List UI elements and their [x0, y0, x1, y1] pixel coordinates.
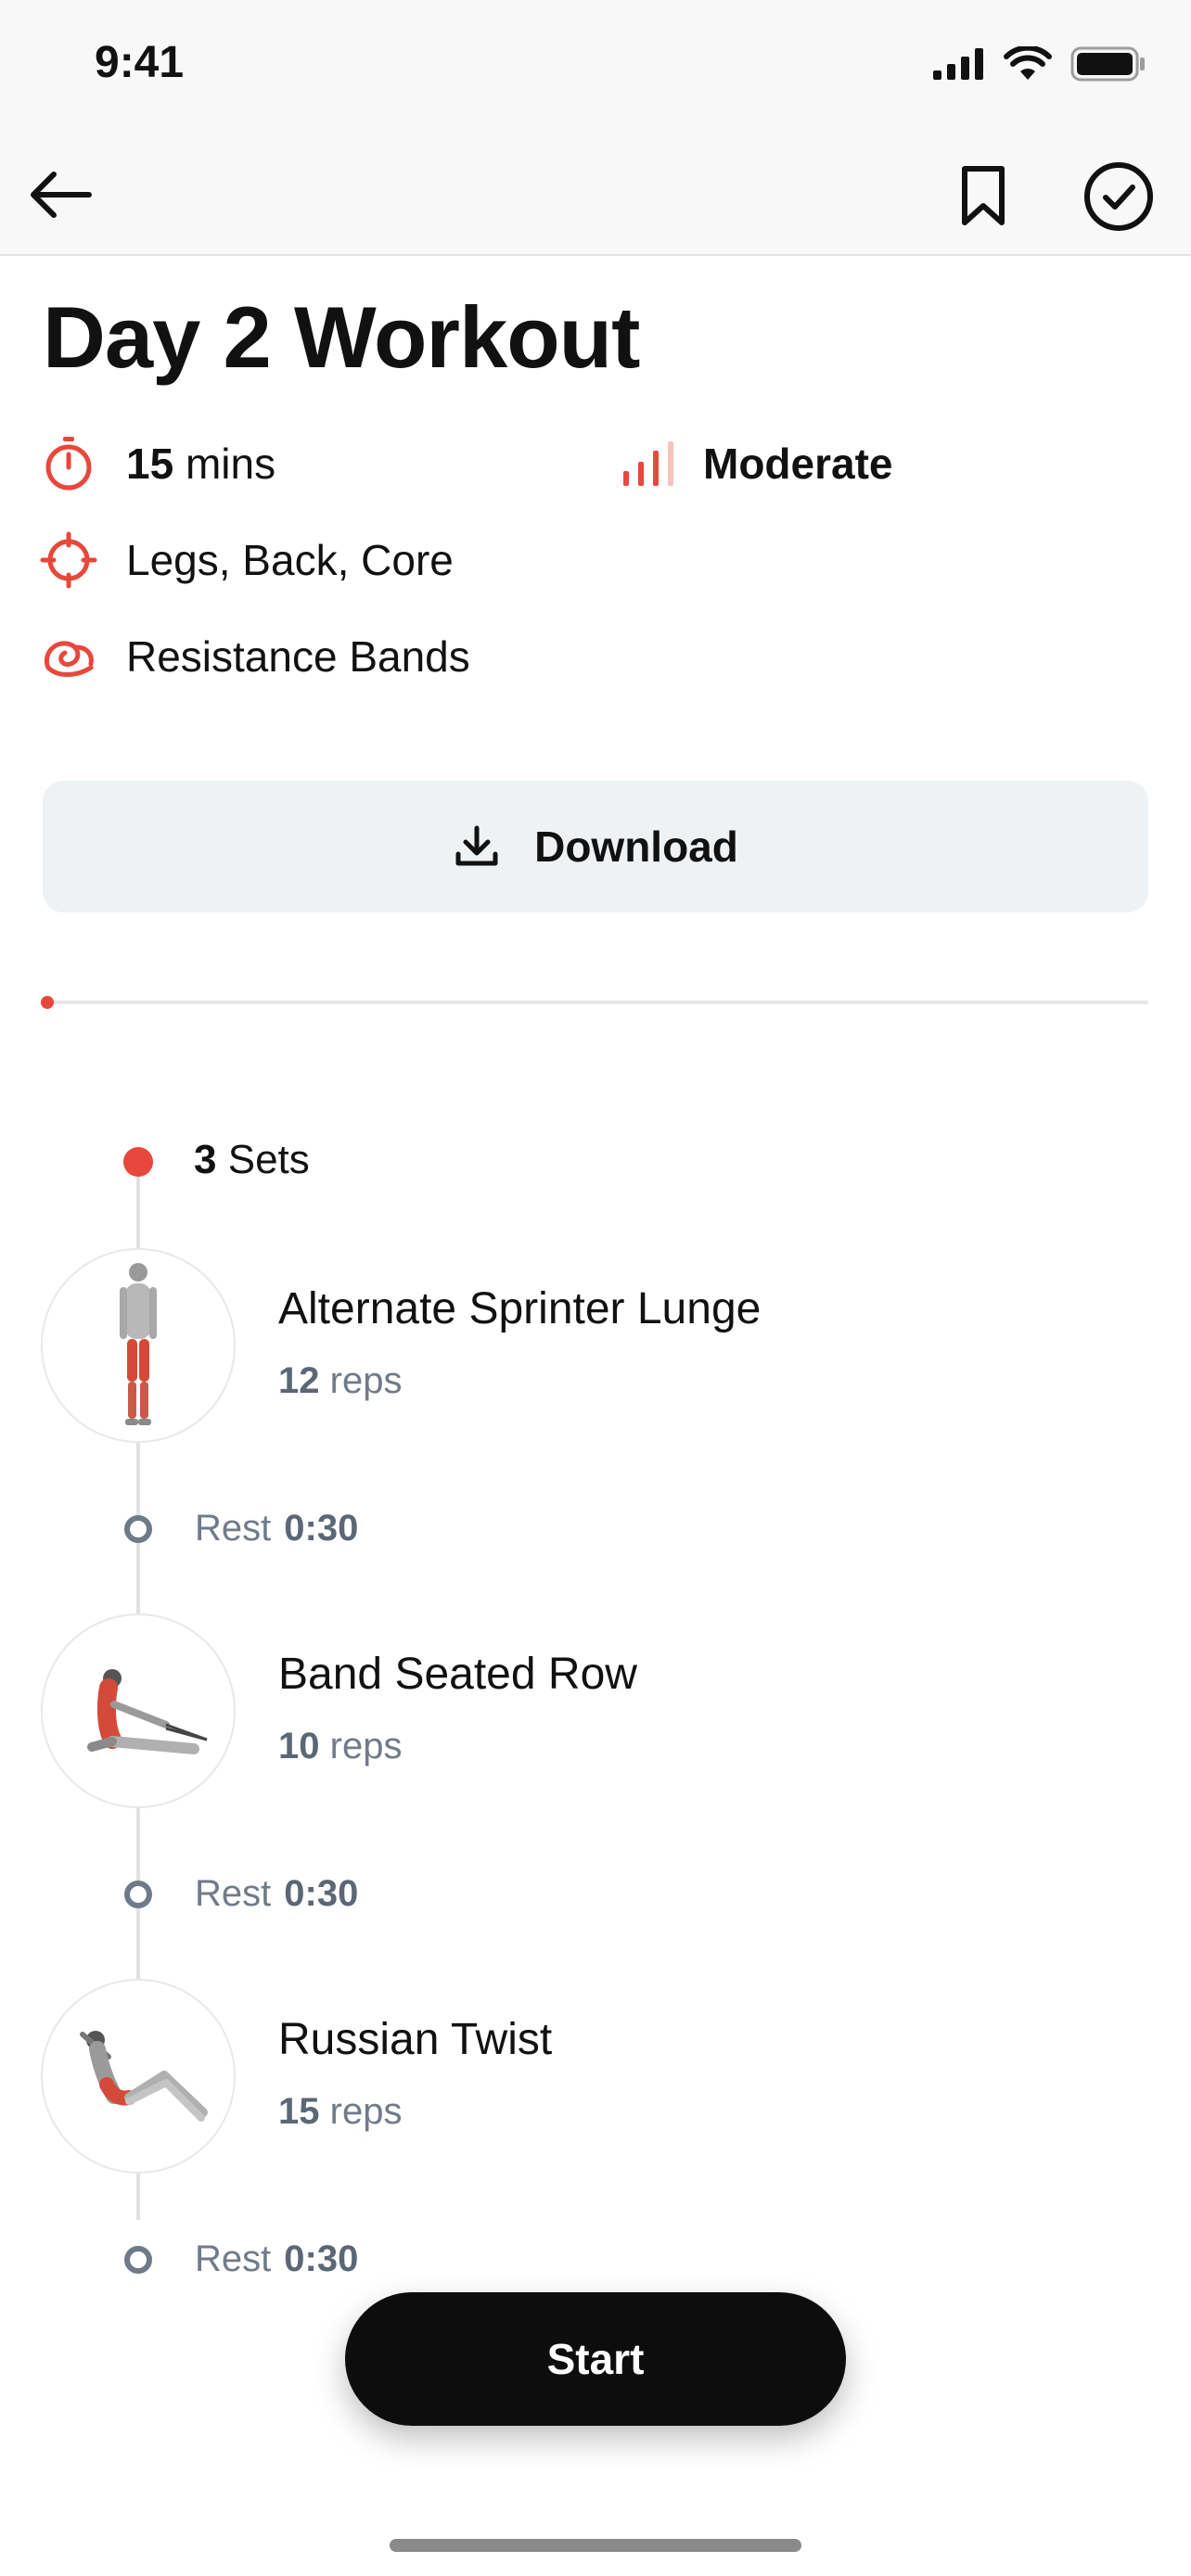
- exercise-name[interactable]: Alternate Sprinter Lunge: [278, 1283, 761, 1334]
- rest-label: Rest: [195, 1508, 272, 1549]
- download-icon: [455, 825, 498, 866]
- standing-figure-illustration: [120, 1263, 157, 1425]
- duration-row: 15 mins: [39, 434, 275, 493]
- sets-text: Sets: [227, 1137, 310, 1182]
- exercise-thumbnail[interactable]: [41, 1248, 236, 1443]
- exercise-name[interactable]: Band Seated Row: [278, 1649, 637, 1700]
- muscles-row: Legs, Back, Core: [39, 530, 454, 590]
- difficulty-row: Moderate: [616, 434, 892, 493]
- exercise-reps: 10 reps: [278, 1726, 402, 1767]
- rest-item: Rest 0:30: [195, 1508, 358, 1549]
- duration-unit: mins: [185, 440, 276, 488]
- reps-unit: reps: [329, 1360, 403, 1401]
- reps-value: 12: [278, 1360, 320, 1401]
- battery-icon: [1070, 46, 1145, 82]
- duration-value: 15: [126, 440, 174, 488]
- exercise-reps: 15 reps: [278, 2091, 402, 2133]
- target-icon: [40, 531, 97, 589]
- reps-unit: reps: [329, 2091, 403, 2132]
- progress-bar: [48, 1001, 1148, 1004]
- start-label: Start: [546, 2335, 645, 2383]
- reps-unit: reps: [329, 1726, 403, 1766]
- exercise-thumbnail[interactable]: [41, 1979, 236, 2174]
- rest-label: Rest: [195, 1873, 272, 1914]
- difficulty-label: Moderate: [703, 440, 893, 488]
- rest-time: 0:30: [284, 1508, 359, 1549]
- status-time: 9:41: [95, 38, 185, 87]
- equipment-text: Resistance Bands: [126, 632, 470, 681]
- cellular-signal-icon: [933, 48, 983, 80]
- difficulty-bars-icon: [623, 441, 673, 486]
- sets-count: 3: [194, 1137, 217, 1182]
- rest-dot: [124, 1881, 152, 1908]
- muscles-text: Legs, Back, Core: [126, 536, 454, 584]
- duration-text: 15 mins: [126, 439, 275, 489]
- bookmark-icon[interactable]: [946, 158, 1020, 232]
- resistance-band-icon: [45, 641, 94, 677]
- reps-value: 15: [278, 2091, 320, 2132]
- exercise-reps: 12 reps: [278, 1360, 402, 1402]
- rest-dot: [124, 1515, 152, 1543]
- page-title: Day 2 Workout: [43, 288, 640, 386]
- exercise-name[interactable]: Russian Twist: [278, 2014, 552, 2065]
- sets-label: 3 Sets: [194, 1137, 310, 1183]
- progress-indicator: [41, 996, 54, 1009]
- rest-label: Rest: [195, 2238, 272, 2279]
- russian-twist-illustration: [80, 2031, 208, 2122]
- rest-dot: [124, 2246, 152, 2274]
- rest-item: Rest 0:30: [195, 2238, 358, 2280]
- wifi-icon: [1004, 46, 1052, 80]
- rest-time: 0:30: [284, 2238, 359, 2279]
- download-label: Download: [534, 823, 738, 871]
- back-arrow-icon[interactable]: [24, 158, 98, 232]
- exercise-thumbnail[interactable]: [41, 1613, 236, 1808]
- seated-row-illustration: [87, 1669, 208, 1754]
- download-button[interactable]: Download: [43, 781, 1148, 912]
- check-circle-icon[interactable]: [1080, 158, 1158, 236]
- top-bar: 9:41: [0, 0, 1191, 256]
- status-icons: [933, 46, 1146, 82]
- sets-dot: [123, 1147, 153, 1177]
- rest-time: 0:30: [284, 1873, 359, 1914]
- start-button[interactable]: Start: [345, 2292, 846, 2426]
- rest-item: Rest 0:30: [195, 1873, 358, 1915]
- stopwatch-icon: [45, 437, 92, 491]
- equipment-row: Resistance Bands: [39, 627, 470, 686]
- reps-value: 10: [278, 1726, 320, 1766]
- home-indicator[interactable]: [390, 2539, 801, 2552]
- workout-detail-screen: 9:41 Day 2 Workout 15 mins Moderate Legs…: [0, 0, 1191, 2576]
